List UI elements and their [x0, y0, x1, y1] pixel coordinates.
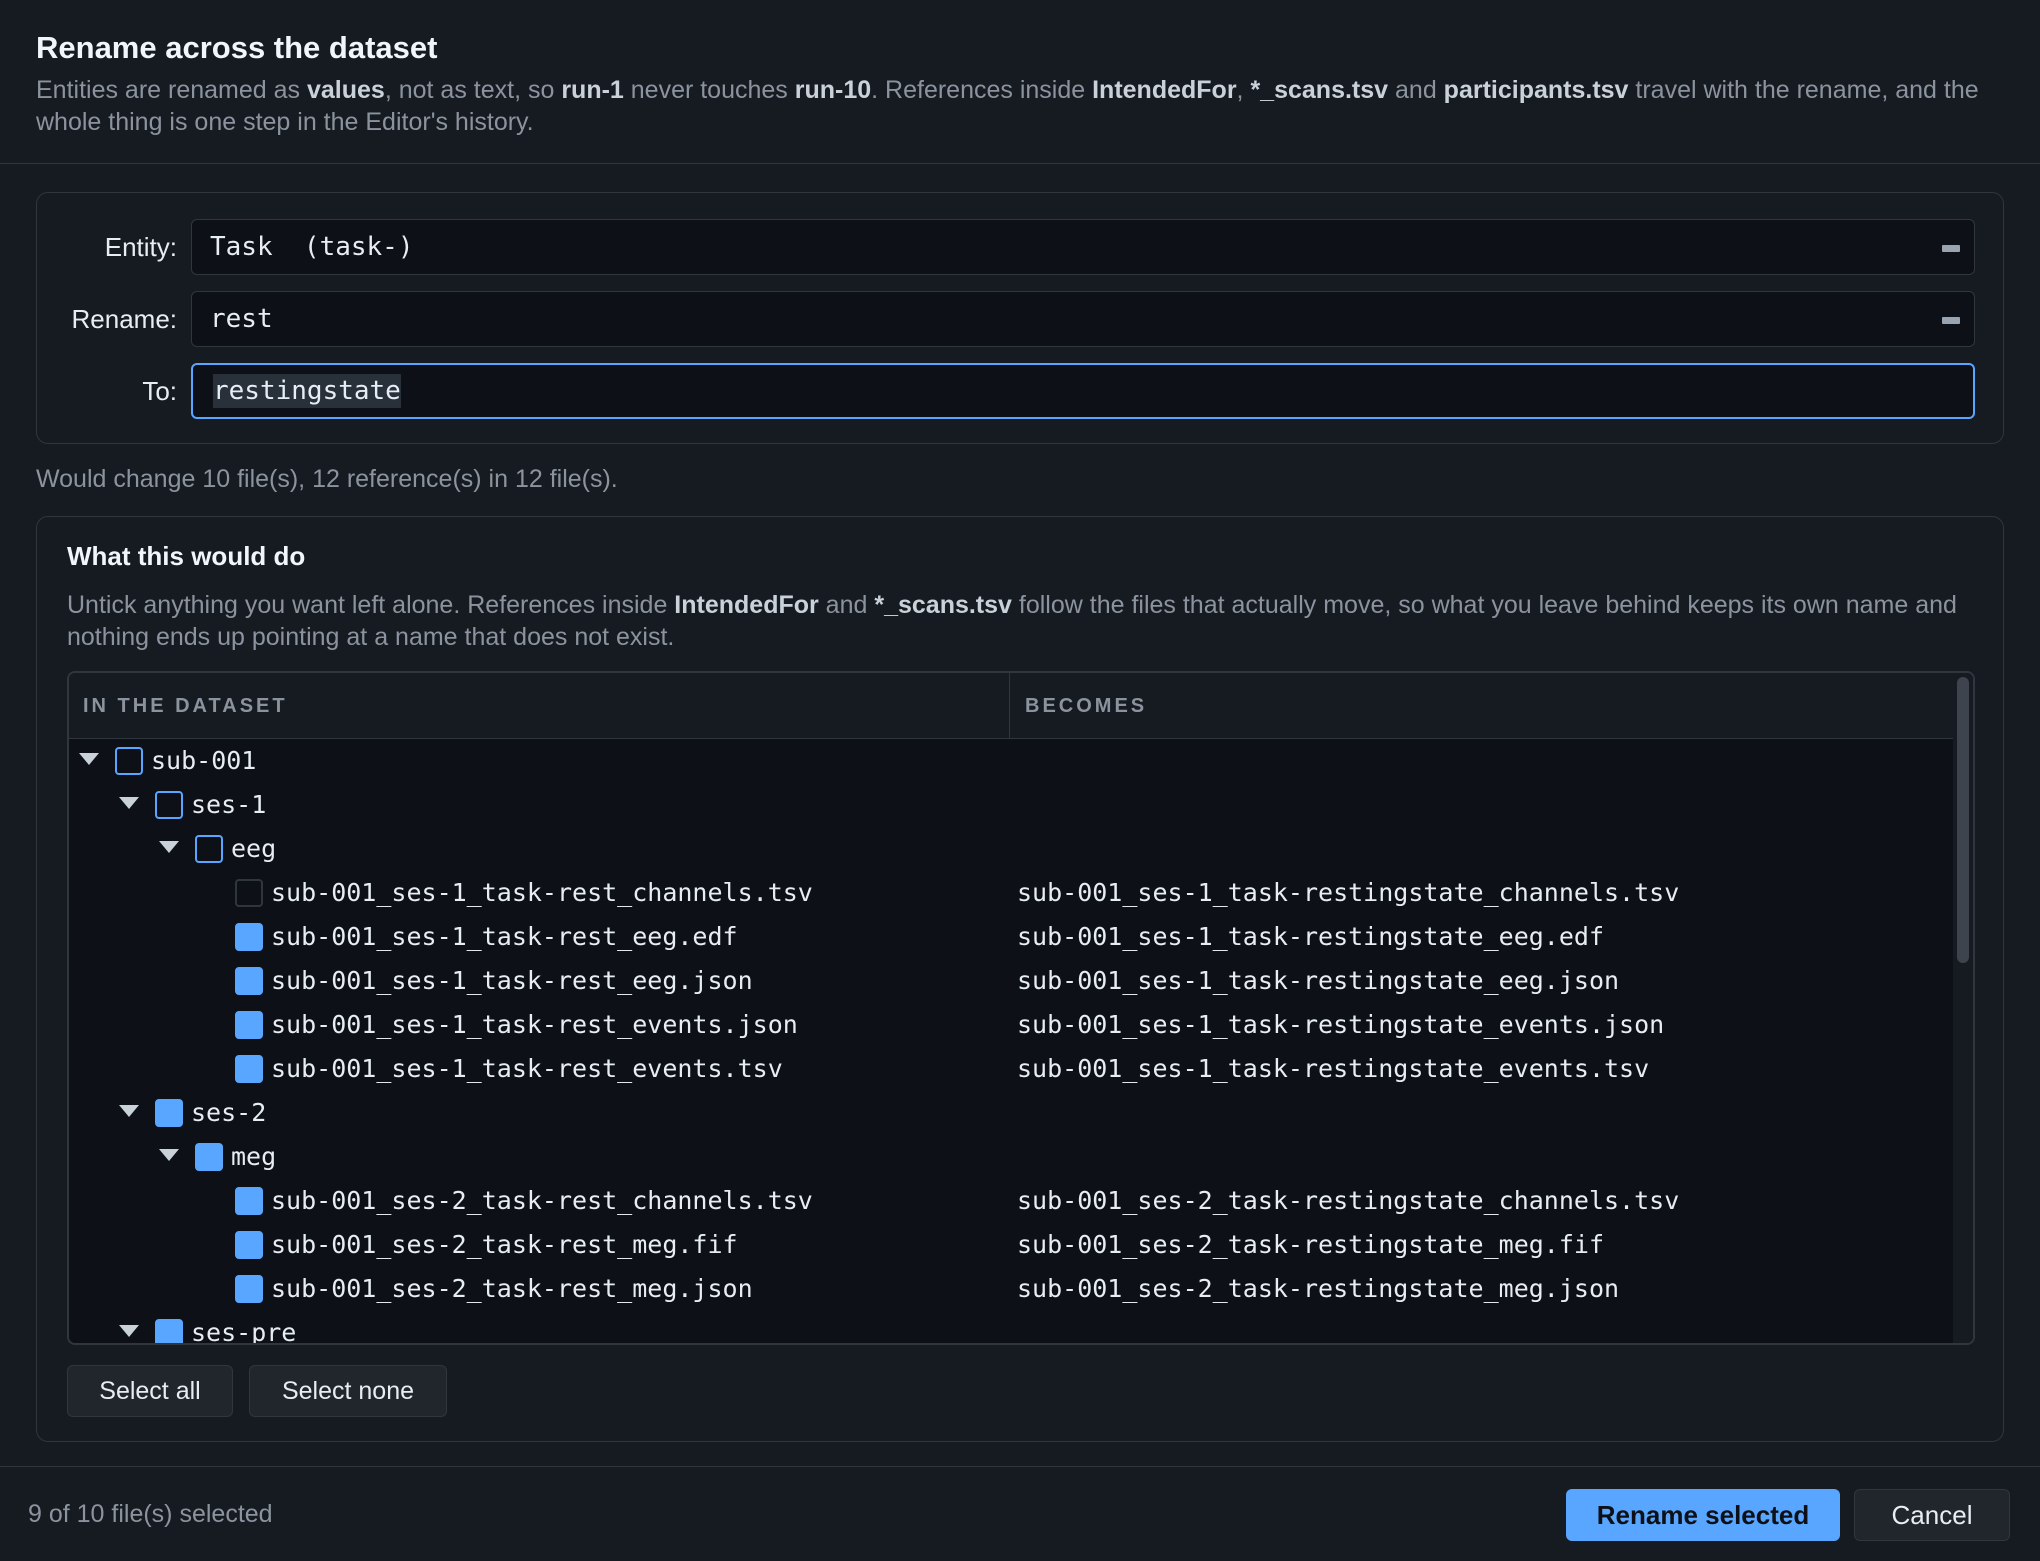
table-row[interactable]: sub-001_ses-1_task-rest_channels.tsv sub-… — [69, 871, 1955, 915]
caret-down-icon[interactable] — [119, 1105, 139, 1117]
folder-name: eeg — [231, 834, 277, 863]
new-file-name: sub-001_ses-1_task-restingstate_events.t… — [1017, 1054, 1650, 1083]
folder-name: meg — [231, 1142, 277, 1171]
table-body[interactable]: sub-001 ses-1 eeg sub-001_ses-1_task-rest_c… — [69, 739, 1955, 1345]
file-name: sub-001_ses-1_task-rest_eeg.edf — [271, 922, 738, 951]
rename-label: Rename: — [71, 304, 178, 334]
folder-name: sub-001 — [151, 746, 257, 775]
rename-value-select[interactable]: rest — [191, 291, 1975, 347]
file-name: sub-001_ses-1_task-rest_events.tsv — [271, 1054, 783, 1083]
tree-folder-row[interactable]: ses-pre — [69, 1311, 1955, 1345]
new-file-name: sub-001_ses-1_task-restingstate_events.j… — [1017, 1010, 1665, 1039]
row-checkbox[interactable] — [155, 791, 183, 819]
rename-selected-button[interactable]: Rename selected — [1566, 1489, 1840, 1541]
scrollbar-thumb[interactable] — [1957, 677, 1969, 963]
row-checkbox[interactable] — [235, 1231, 263, 1259]
folder-name: ses-1 — [191, 790, 267, 819]
dropdown-indicator-icon — [1942, 317, 1960, 324]
table-row[interactable]: sub-001_ses-2_task-rest_meg.fif sub-001_s… — [69, 1223, 1955, 1267]
dialog-footer: 9 of 10 file(s) selected Rename selected… — [0, 1466, 2040, 1560]
file-name: sub-001_ses-2_task-rest_meg.json — [271, 1274, 753, 1303]
row-checkbox[interactable] — [155, 1099, 183, 1127]
table-header: IN THE DATASET BECOMES — [69, 673, 1955, 739]
row-checkbox[interactable] — [235, 1275, 263, 1303]
row-checkbox[interactable] — [235, 1011, 263, 1039]
caret-down-icon[interactable] — [79, 753, 99, 765]
row-checkbox[interactable] — [235, 1055, 263, 1083]
file-name: sub-001_ses-1_task-rest_eeg.json — [271, 966, 753, 995]
tree-folder-row[interactable]: ses-2 — [69, 1091, 1955, 1135]
table-row[interactable]: sub-001_ses-2_task-rest_meg.json sub-001_… — [69, 1267, 1955, 1311]
row-checkbox[interactable] — [155, 1319, 183, 1343]
rename-row: Rename: rest — [37, 291, 2003, 347]
row-checkbox[interactable] — [235, 879, 263, 907]
column-divider — [1009, 673, 1010, 739]
scrollbar[interactable] — [1953, 673, 1973, 1343]
new-file-name: sub-001_ses-2_task-restingstate_channels… — [1017, 1186, 1680, 1215]
new-file-name: sub-001_ses-1_task-restingstate_eeg.json — [1017, 966, 1620, 995]
caret-down-icon[interactable] — [119, 1325, 139, 1337]
column-header-becomes: BECOMES — [1025, 695, 1148, 717]
entity-select-value: Task (task-) — [210, 232, 414, 262]
folder-name: ses-2 — [191, 1098, 267, 1127]
dialog-header: Rename across the dataset Entities are r… — [0, 0, 2040, 164]
caret-down-icon[interactable] — [119, 797, 139, 809]
new-file-name: sub-001_ses-2_task-restingstate_meg.fif — [1017, 1230, 1604, 1259]
entity-select[interactable]: Task (task-) — [191, 219, 1975, 275]
to-input-value: restingstate — [213, 374, 401, 408]
table-row[interactable]: sub-001_ses-1_task-rest_eeg.json sub-001_… — [69, 959, 1955, 1003]
to-input[interactable]: restingstate — [191, 363, 1975, 419]
caret-down-icon[interactable] — [159, 841, 179, 853]
file-name: sub-001_ses-1_task-rest_channels.tsv — [271, 878, 813, 907]
table-row[interactable]: sub-001_ses-2_task-rest_channels.tsv sub-… — [69, 1179, 1955, 1223]
caret-down-icon[interactable] — [159, 1149, 179, 1161]
file-name: sub-001_ses-2_task-rest_channels.tsv — [271, 1186, 813, 1215]
preview-description: Untick anything you want left alone. Ref… — [67, 591, 1957, 651]
row-checkbox[interactable] — [235, 967, 263, 995]
selection-status: 9 of 10 file(s) selected — [28, 1500, 273, 1528]
tree-folder-row[interactable]: sub-001 — [69, 739, 1955, 783]
preview-title: What this would do — [67, 541, 306, 571]
entity-label: Entity: — [104, 232, 177, 262]
rename-form: Entity: Task (task-) Rename: rest To: re… — [36, 192, 2004, 444]
row-checkbox[interactable] — [195, 835, 223, 863]
tree-folder-row[interactable]: meg — [69, 1135, 1955, 1179]
new-file-name: sub-001_ses-1_task-restingstate_eeg.edf — [1017, 922, 1604, 951]
tree-folder-row[interactable]: eeg — [69, 827, 1955, 871]
row-checkbox[interactable] — [115, 747, 143, 775]
dropdown-indicator-icon — [1942, 245, 1960, 252]
file-name: sub-001_ses-1_task-rest_events.json — [271, 1010, 798, 1039]
dialog-subtitle: Entities are renamed as values, not as t… — [36, 76, 1979, 136]
table-row[interactable]: sub-001_ses-1_task-rest_eeg.edf sub-001_s… — [69, 915, 1955, 959]
new-file-name: sub-001_ses-2_task-restingstate_meg.json — [1017, 1274, 1620, 1303]
folder-name: ses-pre — [191, 1318, 297, 1345]
new-file-name: sub-001_ses-1_task-restingstate_channels… — [1017, 878, 1680, 907]
to-label: To: — [142, 376, 177, 406]
dialog-title: Rename across the dataset — [36, 30, 438, 65]
row-checkbox[interactable] — [235, 1187, 263, 1215]
to-row: To: restingstate — [37, 363, 2003, 419]
rename-preview-table: IN THE DATASET BECOMES sub-001 ses-1 eeg su… — [67, 671, 1975, 1345]
change-summary: Would change 10 file(s), 12 reference(s)… — [36, 465, 618, 493]
select-all-button[interactable]: Select all — [67, 1365, 233, 1417]
file-name: sub-001_ses-2_task-rest_meg.fif — [271, 1230, 738, 1259]
cancel-button[interactable]: Cancel — [1854, 1489, 2010, 1541]
tree-folder-row[interactable]: ses-1 — [69, 783, 1955, 827]
table-row[interactable]: sub-001_ses-1_task-rest_events.tsv sub-00… — [69, 1047, 1955, 1091]
row-checkbox[interactable] — [195, 1143, 223, 1171]
entity-row: Entity: Task (task-) — [37, 219, 2003, 275]
table-row[interactable]: sub-001_ses-1_task-rest_events.json sub-0… — [69, 1003, 1955, 1047]
select-none-button[interactable]: Select none — [249, 1365, 447, 1417]
rename-select-value: rest — [210, 304, 273, 334]
column-header-dataset: IN THE DATASET — [83, 695, 288, 717]
row-checkbox[interactable] — [235, 923, 263, 951]
preview-panel: What this would do Untick anything you w… — [36, 516, 2004, 1442]
